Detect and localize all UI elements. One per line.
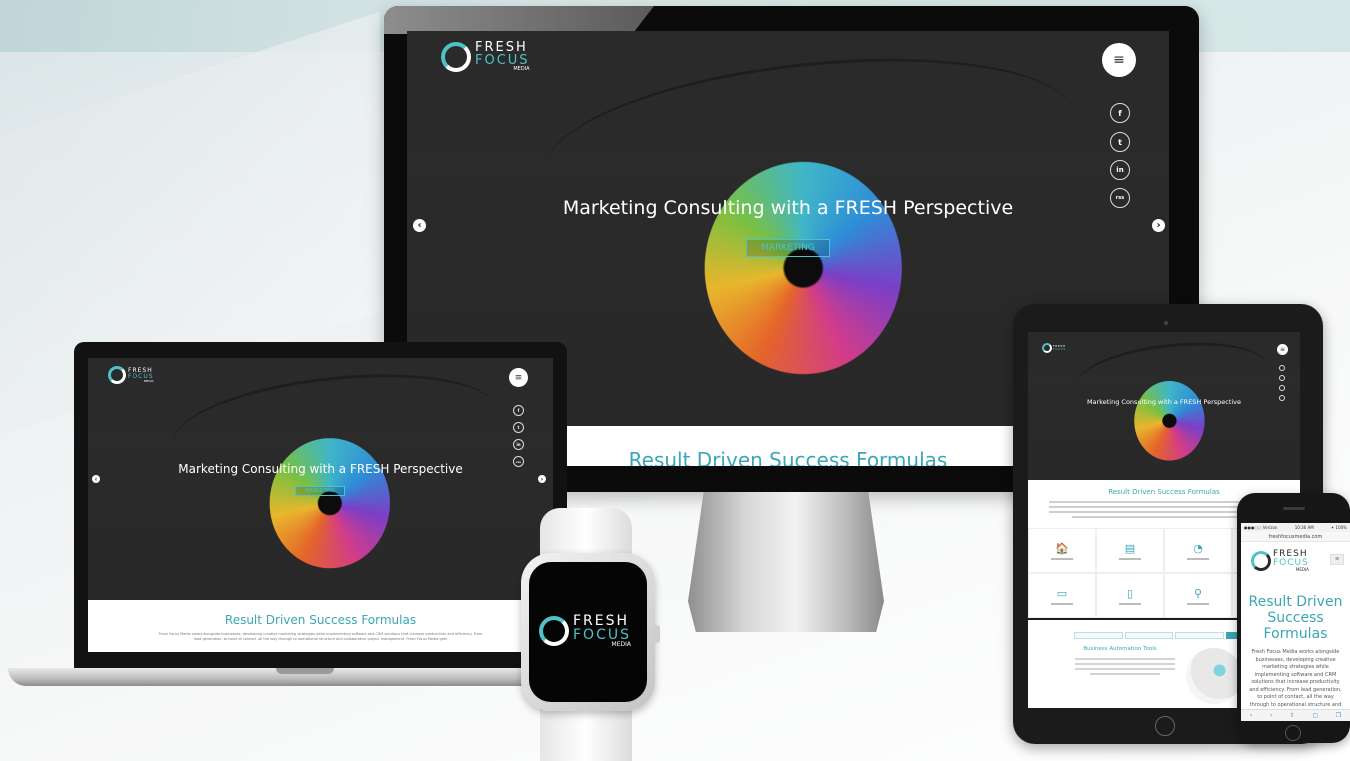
- logo-focus-text: FOCUS: [1053, 347, 1066, 351]
- pie-chart-icon: ◔: [1193, 541, 1203, 555]
- phone-home-button[interactable]: [1285, 725, 1301, 741]
- laptop-section: Result Driven Success Formulas Fresh Foc…: [88, 600, 553, 652]
- tabs-icon[interactable]: ❐: [1336, 712, 1341, 719]
- phone-browser-toolbar: ‹ › ⇧ ▢ ❐: [1241, 709, 1350, 721]
- watch-strap-bottom: [540, 706, 632, 761]
- logo-media-text: MEDIA: [1295, 567, 1309, 572]
- carousel-next-arrow[interactable]: ›: [538, 475, 546, 483]
- phone-screen: ●●●○○ Verizon 10:36 AM ✦ 100% freshfocus…: [1241, 523, 1350, 721]
- watch-crown[interactable]: [652, 625, 660, 643]
- hamburger-menu-icon[interactable]: ≡: [509, 368, 528, 387]
- phone-url-bar[interactable]: freshfocusmedia.com: [1241, 532, 1350, 542]
- logo-media-text: MEDIA: [513, 66, 530, 72]
- hero-title: Marketing Consulting with a FRESH Perspe…: [1086, 398, 1242, 406]
- logo-ring-icon: [1251, 551, 1271, 571]
- back-icon[interactable]: ‹: [1250, 712, 1252, 719]
- linkedin-icon[interactable]: [1279, 385, 1285, 391]
- tablet-hero-banner: FRESH FOCUS ≡ Marketing Consulting with …: [1028, 332, 1300, 480]
- phone-section-text: Fresh Focus Media works alongside busine…: [1249, 649, 1342, 715]
- watch-logo: FRESH FOCUS MEDIA: [539, 614, 631, 648]
- facebook-icon[interactable]: f: [1110, 103, 1130, 123]
- monitor-icon: ▭: [1056, 586, 1068, 600]
- imac-bezel-glare: [384, 6, 654, 34]
- phone-header: FRESH FOCUS MEDIA ≡: [1241, 542, 1350, 586]
- service-tile[interactable]: ▤: [1096, 528, 1164, 573]
- twitter-icon[interactable]: [1279, 375, 1285, 381]
- hamburger-menu-icon[interactable]: ≡: [1102, 43, 1136, 77]
- tablet-home-button[interactable]: [1155, 716, 1175, 736]
- facebook-icon[interactable]: [1279, 365, 1285, 371]
- logo-ring-icon: [441, 41, 471, 72]
- logo-media-text: MEDIA: [143, 378, 154, 383]
- phone-status-bar: ●●●○○ Verizon 10:36 AM ✦ 100%: [1241, 523, 1350, 532]
- twitter-icon[interactable]: t: [1110, 132, 1130, 152]
- service-tile[interactable]: 🏠: [1028, 528, 1096, 573]
- logo-ring-icon: [539, 616, 569, 646]
- battery-text: ✦ 100%: [1330, 525, 1347, 530]
- imac-stand: [688, 492, 884, 632]
- phone-logo[interactable]: FRESH FOCUS MEDIA: [1251, 550, 1309, 572]
- mobile-icon: ▯: [1126, 586, 1134, 600]
- hero-title: Marketing Consulting with a FRESH Perspe…: [178, 462, 463, 476]
- service-tile[interactable]: ▭: [1028, 573, 1096, 618]
- phone-section-title: Result Driven Success Formulas: [1248, 594, 1343, 642]
- phone-speaker: [1283, 507, 1305, 510]
- carousel-next-arrow[interactable]: ›: [1152, 219, 1165, 232]
- share-icon[interactable]: ⇧: [1290, 712, 1295, 719]
- hero-marketing-button[interactable]: MARKETING: [295, 486, 345, 496]
- carrier-text: ●●●○○ Verizon: [1244, 525, 1278, 530]
- tablet-lower-title: Business Automation Tools: [1083, 646, 1157, 652]
- tablet-tab[interactable]: [1124, 632, 1173, 639]
- gift-icon: 🏠: [1055, 541, 1069, 555]
- linkedin-icon[interactable]: in: [513, 439, 524, 450]
- tablet-camera: [1164, 321, 1168, 325]
- calendar-icon: ▤: [1124, 541, 1136, 555]
- twitter-icon[interactable]: t: [513, 422, 524, 433]
- tablet-circle-illustration: [1186, 648, 1242, 704]
- facebook-icon[interactable]: f: [513, 405, 524, 416]
- service-tile[interactable]: ⚲: [1164, 573, 1232, 618]
- logo-media-text: MEDIA: [611, 641, 631, 648]
- hero-marketing-button[interactable]: MARKETING: [746, 239, 830, 257]
- service-tile[interactable]: ◔: [1164, 528, 1232, 573]
- hero-title: Marketing Consulting with a FRESH Perspe…: [562, 197, 1014, 219]
- tablet-tab[interactable]: [1074, 632, 1123, 639]
- laptop-logo[interactable]: FRESH FOCUS MEDIA: [108, 366, 154, 384]
- logo-focus-text: FOCUS: [573, 627, 631, 643]
- hamburger-menu-icon[interactable]: ≡: [1330, 554, 1344, 565]
- carousel-prev-arrow[interactable]: ‹: [413, 219, 426, 232]
- bookmarks-icon[interactable]: ▢: [1312, 712, 1318, 719]
- watch-screen: FRESH FOCUS MEDIA: [529, 562, 647, 702]
- hamburger-menu-icon[interactable]: ≡: [1277, 344, 1288, 355]
- lightbulb-icon: ⚲: [1193, 586, 1203, 600]
- tablet-lower-text-lines: [1075, 658, 1175, 675]
- imac-logo[interactable]: FRESH FOCUS MEDIA: [441, 41, 530, 72]
- tablet-logo[interactable]: FRESH FOCUS: [1042, 343, 1066, 353]
- logo-fresh-text: FRESH: [573, 613, 630, 629]
- section-title: Result Driven Success Formulas: [224, 613, 417, 627]
- tablet-tab[interactable]: [1175, 632, 1224, 639]
- laptop-hero-banner: FRESH FOCUS MEDIA ≡ f t in rss ‹ › Marke…: [88, 358, 553, 600]
- forward-icon[interactable]: ›: [1270, 712, 1272, 719]
- laptop-notch: [276, 668, 334, 674]
- service-tile[interactable]: ▯: [1096, 573, 1164, 618]
- linkedin-icon[interactable]: in: [1110, 160, 1130, 180]
- time-text: 10:36 AM: [1294, 525, 1314, 530]
- section-text: Fresh Focus Media works alongside busine…: [158, 632, 483, 641]
- carousel-prev-arrow[interactable]: ‹: [92, 475, 100, 483]
- logo-ring-icon: [108, 366, 126, 384]
- logo-ring-icon: [1042, 343, 1052, 353]
